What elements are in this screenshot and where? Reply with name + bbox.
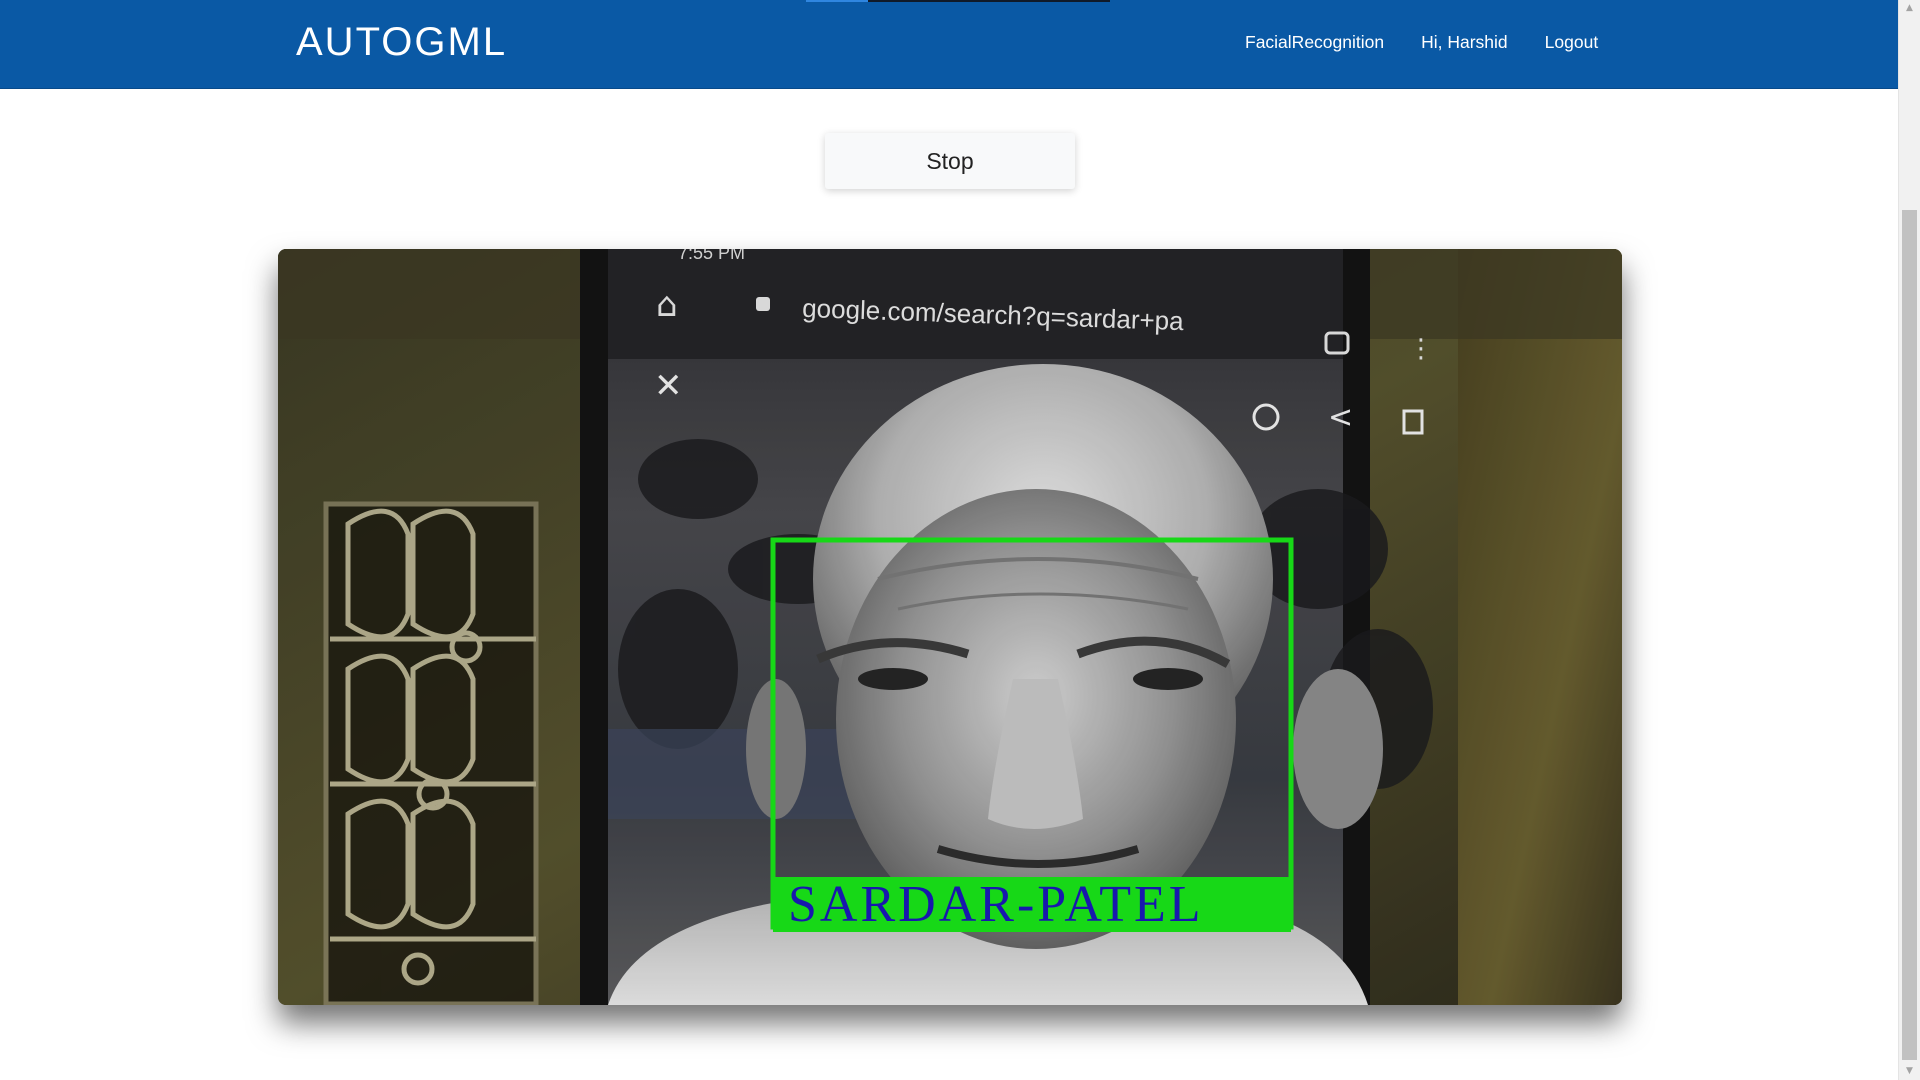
webcam-video-feed: 7:55 PM ⌂ google.com/search?q=sardar+pa …: [278, 249, 1622, 1005]
vertical-scrollbar[interactable]: ▲ ▼: [1898, 0, 1920, 1080]
nav-links: FacialRecognition Hi, Harshid Logout: [1245, 32, 1635, 53]
nav-accent-bar: [806, 0, 868, 2]
nav-link-facial-recognition[interactable]: FacialRecognition: [1245, 32, 1384, 53]
scrollbar-thumb[interactable]: [1902, 210, 1917, 1060]
scroll-down-arrow-icon[interactable]: ▼: [1899, 1063, 1920, 1080]
page: AUTOGML FacialRecognition Hi, Harshid Lo…: [0, 0, 1920, 1080]
brand-logo[interactable]: AUTOGML: [296, 20, 507, 65]
nav-accent-bar-dark: [868, 0, 1110, 2]
navbar: AUTOGML FacialRecognition Hi, Harshid Lo…: [0, 0, 1899, 89]
video-frame-image: 7:55 PM ⌂ google.com/search?q=sardar+pa …: [278, 249, 1622, 1005]
nav-link-user-greeting[interactable]: Hi, Harshid: [1421, 32, 1508, 53]
nav-link-logout[interactable]: Logout: [1545, 32, 1599, 53]
stop-button[interactable]: Stop: [825, 133, 1075, 189]
scroll-up-arrow-icon[interactable]: ▲: [1899, 0, 1920, 17]
